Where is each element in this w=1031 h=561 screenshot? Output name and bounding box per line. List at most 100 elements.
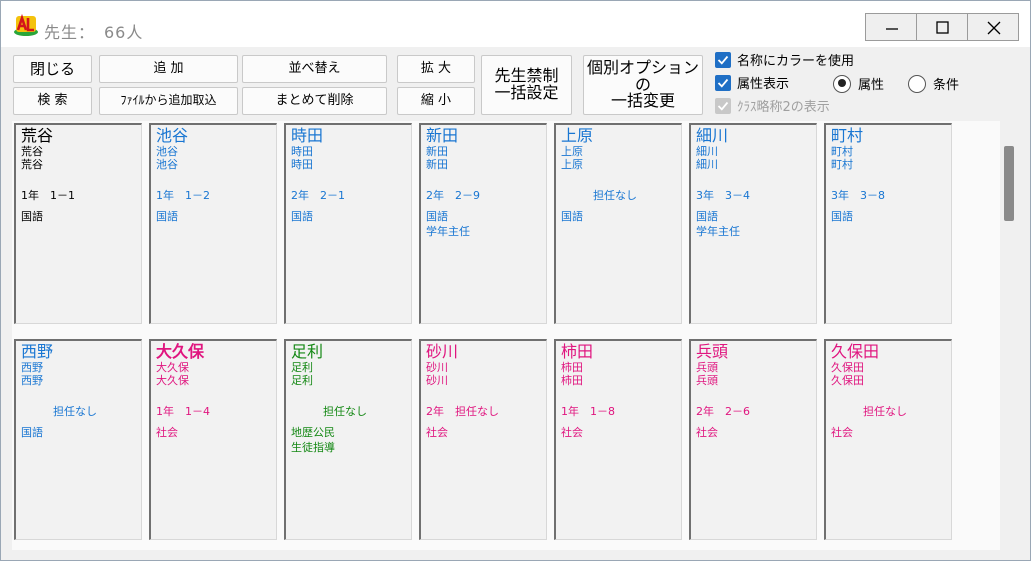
teacher-list-window: 先生： 66人 閉じる 追 加 並べ替え 拡 大 検 索 ﾌｧｲﾙから追加取込 … (0, 0, 1031, 561)
teacher-name: 西野 (21, 342, 54, 361)
teacher-card[interactable]: 上原 上原 上原 担任なし 国語 (554, 123, 682, 324)
teacher-name: 上原 (561, 126, 594, 145)
teacher-subjects: 社会 (156, 426, 178, 439)
teacher-card[interactable]: 大久保 大久保 大久保 1年 1－4 社会 (149, 339, 277, 540)
teacher-subjects: 社会 (696, 426, 718, 439)
radio-selected-icon (833, 74, 851, 93)
teacher-abbr1: 荒谷 (21, 145, 43, 158)
teacher-class: 2年 担任なし (426, 405, 499, 418)
teacher-name: 柿田 (561, 342, 594, 361)
teacher-subjects: 社会 (831, 426, 853, 439)
teacher-subjects: 国語 (156, 210, 178, 223)
teacher-abbr2: 砂川 (426, 374, 448, 387)
teacher-abbr2: 兵頭 (696, 374, 718, 387)
teacher-abbr2: 時田 (291, 158, 313, 171)
teacher-class: 2年 2－6 (696, 405, 750, 418)
use-color-checkbox[interactable]: 名称にカラーを使用 (715, 50, 854, 69)
teacher-name: 池谷 (156, 126, 189, 145)
zoom-in-button[interactable]: 拡 大 (397, 55, 475, 83)
teacher-name: 新田 (426, 126, 459, 145)
app-logo-icon (14, 13, 38, 36)
teacher-abbr1: 足利 (291, 361, 313, 374)
teacher-subjects: 国語 (21, 210, 43, 223)
teacher-card[interactable]: 荒谷 荒谷 荒谷 1年 1－1 国語 (14, 123, 142, 324)
show-attribute-label: 属性表示 (737, 77, 790, 92)
teacher-abbr2: 上原 (561, 158, 583, 171)
teacher-abbr1: 上原 (561, 145, 583, 158)
teacher-card[interactable]: 兵頭 兵頭 兵頭 2年 2－6 社会 (689, 339, 817, 540)
teacher-class: 担任なし (863, 405, 907, 418)
radio-attribute[interactable]: 属性 (833, 74, 884, 93)
teacher-class: 3年 3－8 (831, 189, 885, 202)
teacher-card[interactable]: 時田 時田 時田 2年 2－1 国語 (284, 123, 412, 324)
teacher-card[interactable]: 池谷 池谷 池谷 1年 1－2 国語 (149, 123, 277, 324)
minimize-button[interactable] (865, 13, 917, 41)
teacher-abbr2: 池谷 (156, 158, 178, 171)
radio-condition[interactable]: 条件 (908, 74, 959, 93)
close-button[interactable]: 閉じる (13, 55, 92, 83)
bulk-delete-button[interactable]: まとめて削除 (242, 87, 387, 115)
class-abbr2-label: ｸﾗｽ略称2の表示 (737, 100, 830, 115)
teacher-class: 2年 2－9 (426, 189, 480, 202)
maximize-button[interactable] (916, 13, 968, 41)
teacher-abbr2: 西野 (21, 374, 43, 387)
teacher-abbr1: 細川 (696, 145, 718, 158)
teacher-subjects: 国語 学年主任 (426, 210, 470, 238)
teacher-name: 細川 (696, 126, 729, 145)
teacher-card[interactable]: 足利 足利 足利 担任なし 地歴公民 生徒指導 (284, 339, 412, 540)
teacher-abbr2: 細川 (696, 158, 718, 171)
teacher-name: 大久保 (156, 342, 205, 361)
sort-button[interactable]: 並べ替え (242, 55, 387, 83)
teacher-abbr1: 新田 (426, 145, 448, 158)
teacher-name: 兵頭 (696, 342, 729, 361)
title-bar[interactable]: 先生： 66人 (1, 1, 1030, 47)
teacher-card[interactable]: 久保田 久保田 久保田 担任なし 社会 (824, 339, 952, 540)
teacher-class: 1年 1－2 (156, 189, 210, 202)
teacher-subjects: 国語 (561, 210, 583, 223)
teacher-card[interactable]: 町村 町村 町村 3年 3－8 国語 (824, 123, 952, 324)
teacher-abbr2: 久保田 (831, 374, 864, 387)
use-color-label: 名称にカラーを使用 (737, 54, 855, 69)
teacher-abbr2: 荒谷 (21, 158, 43, 171)
teacher-card[interactable]: 西野 西野 西野 担任なし 国語 (14, 339, 142, 540)
bulk-prohibit-button[interactable]: 先生禁制 一括設定 (481, 55, 572, 115)
teacher-abbr1: 砂川 (426, 361, 448, 374)
teacher-abbr2: 柿田 (561, 374, 583, 387)
teacher-name: 砂川 (426, 342, 459, 361)
teacher-subjects: 国語 (291, 210, 313, 223)
minimize-icon (886, 28, 898, 30)
radio-attribute-label: 属性 (858, 78, 885, 93)
radio-condition-label: 条件 (933, 78, 960, 93)
radio-unselected-icon (908, 74, 926, 93)
teacher-abbr2: 足利 (291, 374, 313, 387)
close-window-button[interactable] (967, 13, 1019, 41)
scrollbar-thumb[interactable] (1004, 146, 1014, 221)
zoom-out-button[interactable]: 縮 小 (397, 87, 475, 115)
teacher-subjects: 社会 (426, 426, 448, 439)
teacher-name: 足利 (291, 342, 324, 361)
teacher-card[interactable]: 新田 新田 新田 2年 2－9 国語 学年主任 (419, 123, 547, 324)
teacher-subjects: 国語 (21, 426, 43, 439)
teacher-class: 担任なし (593, 189, 637, 202)
teacher-class: 2年 2－1 (291, 189, 345, 202)
teacher-class: 1年 1－4 (156, 405, 210, 418)
teacher-class: 1年 1－8 (561, 405, 615, 418)
show-attribute-checkbox[interactable]: 属性表示 (715, 73, 789, 92)
teacher-abbr1: 時田 (291, 145, 313, 158)
search-button[interactable]: 検 索 (13, 87, 92, 115)
teacher-name: 町村 (831, 126, 864, 145)
teacher-name: 時田 (291, 126, 324, 145)
teacher-card[interactable]: 細川 細川 細川 3年 3－4 国語 学年主任 (689, 123, 817, 324)
maximize-icon (936, 21, 949, 34)
import-from-file-button[interactable]: ﾌｧｲﾙから追加取込 (99, 87, 238, 115)
teacher-card[interactable]: 柿田 柿田 柿田 1年 1－8 社会 (554, 339, 682, 540)
teacher-card[interactable]: 砂川 砂川 砂川 2年 担任なし 社会 (419, 339, 547, 540)
checkbox-checked-icon (715, 74, 731, 91)
checkbox-checked-icon (715, 51, 731, 68)
teacher-card-grid: 荒谷 荒谷 荒谷 1年 1－1 国語 池谷 池谷 池谷 1年 1－2 国語 時田 時田 時田 2年 2－1… (12, 121, 1000, 550)
teacher-abbr2: 町村 (831, 158, 853, 171)
bulk-option-change-button[interactable]: 個別オプションの 一括変更 (583, 55, 703, 115)
add-button[interactable]: 追 加 (99, 55, 238, 83)
teacher-abbr1: 柿田 (561, 361, 583, 374)
teacher-abbr1: 兵頭 (696, 361, 718, 374)
